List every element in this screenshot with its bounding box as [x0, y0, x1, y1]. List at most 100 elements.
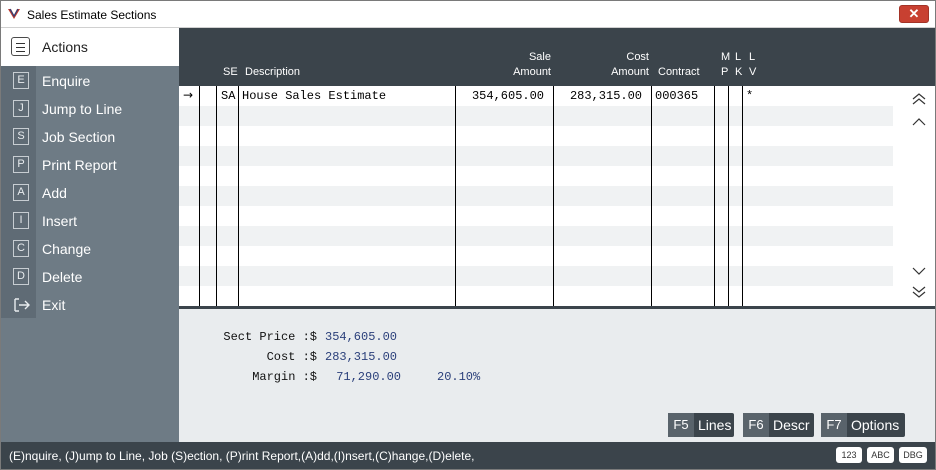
sect-price-label: Sect Price :$ — [223, 330, 317, 344]
cell-sale-amount[interactable]: 354,605.00 — [457, 89, 544, 103]
column-header-contract[interactable]: Contract — [658, 65, 700, 80]
main-panel: SE Description Sale Amount Cost Amount C… — [179, 28, 935, 442]
app-window: Sales Estimate Sections ✕ Actions E Enqu… — [0, 0, 936, 470]
debug-mode-badge: DBG — [899, 447, 927, 463]
key-a-icon: A — [13, 184, 29, 201]
sidebar-item-label: Job Section — [42, 129, 116, 145]
table-row[interactable] — [179, 146, 893, 166]
alpha-mode-badge: ABC — [867, 447, 894, 463]
scroll-top-icon[interactable] — [909, 90, 929, 108]
f7-options-button[interactable]: F7 Options — [821, 413, 905, 437]
sidebar-item-change[interactable]: C Change — [1, 235, 179, 263]
table-row[interactable] — [179, 186, 893, 206]
key-s-icon: S — [13, 128, 29, 145]
cost-label: Cost :$ — [266, 350, 317, 364]
column-divider — [651, 86, 652, 308]
f6-label: Descr — [773, 417, 810, 433]
column-divider — [238, 86, 239, 308]
column-header-lv[interactable]: V — [749, 65, 756, 80]
exit-icon — [14, 298, 30, 312]
f5-lines-button[interactable]: F5 Lines — [668, 413, 734, 437]
status-bar: (E)nquire, (J)ump to Line, Job (S)ection… — [1, 442, 935, 469]
column-divider — [553, 86, 554, 308]
cell-lv[interactable]: * — [746, 89, 753, 103]
key-p-icon: P — [13, 156, 29, 173]
f5-label: Lines — [698, 417, 732, 433]
sidebar-item-label: Change — [42, 241, 92, 257]
actions-sidebar: Actions E Enquire J Jump to Line S Job S… — [1, 28, 179, 442]
column-divider — [714, 86, 715, 308]
sect-price-value: 354,605.00 — [325, 330, 398, 344]
column-divider — [199, 86, 200, 308]
sidebar-item-label: Insert — [42, 213, 78, 229]
sidebar-item-label: Jump to Line — [42, 101, 123, 117]
f6-key: F6 — [743, 413, 769, 437]
table-row[interactable] — [179, 266, 893, 286]
f6-descr-button[interactable]: F6 Descr — [743, 413, 814, 437]
sidebar-item-job-section[interactable]: S Job Section — [1, 123, 179, 151]
margin-value: 71,290.00 — [336, 370, 401, 384]
margin-percent: 20.10% — [437, 370, 481, 384]
cell-contract[interactable]: 000365 — [655, 89, 698, 103]
f5-key: F5 — [668, 413, 694, 437]
f7-label: Options — [851, 417, 900, 433]
scroll-down-icon[interactable] — [909, 262, 929, 280]
f7-key: F7 — [821, 413, 847, 437]
status-hint-text: (E)nquire, (J)ump to Line, Job (S)ection… — [9, 449, 475, 463]
sidebar-item-enquire[interactable]: E Enquire — [1, 67, 179, 95]
column-header-se[interactable]: SE — [223, 65, 238, 80]
sidebar-item-delete[interactable]: D Delete — [1, 263, 179, 291]
column-header-lk[interactable]: K — [735, 65, 742, 80]
sidebar-item-label: Enquire — [42, 73, 91, 89]
sidebar-item-print-report[interactable]: P Print Report — [1, 151, 179, 179]
table-row[interactable] — [179, 286, 893, 306]
table-row[interactable] — [179, 126, 893, 146]
column-divider — [728, 86, 729, 308]
margin-label: Margin :$ — [252, 370, 317, 384]
table-row[interactable]: → SA House Sales Estimate 354,605.00 283… — [179, 86, 893, 106]
column-divider — [742, 86, 743, 308]
cell-description[interactable]: House Sales Estimate — [242, 89, 386, 103]
column-header-lk-top: L — [735, 51, 742, 63]
actions-header: Actions — [1, 28, 179, 66]
column-header-cost-amount[interactable]: Amount — [597, 65, 649, 80]
grid-bottom-border — [179, 306, 935, 309]
close-button[interactable]: ✕ — [899, 5, 929, 23]
sections-grid: → SA House Sales Estimate 354,605.00 283… — [179, 86, 935, 308]
column-divider — [455, 86, 456, 308]
column-header-mp[interactable]: P — [721, 65, 728, 80]
column-header-lv-top: L — [749, 51, 756, 63]
table-row[interactable] — [179, 226, 893, 246]
cell-cost-amount[interactable]: 283,315.00 — [555, 89, 642, 103]
key-i-icon: I — [13, 212, 29, 229]
sidebar-item-exit[interactable]: Exit — [1, 291, 179, 319]
cell-se[interactable]: SA — [221, 89, 235, 103]
actions-title: Actions — [42, 39, 88, 55]
scroll-bottom-icon[interactable] — [909, 283, 929, 301]
column-header-cost-top: Cost — [626, 51, 649, 63]
cost-value: 283,315.00 — [325, 350, 398, 364]
key-e-icon: E — [13, 72, 29, 89]
app-logo-icon — [8, 8, 20, 19]
key-c-icon: C — [13, 240, 29, 257]
sidebar-item-label: Add — [42, 185, 67, 201]
column-header-sale-amount[interactable]: Amount — [499, 65, 551, 80]
column-header-description[interactable]: Description — [245, 65, 300, 80]
title-bar: Sales Estimate Sections ✕ — [1, 1, 935, 28]
sidebar-item-add[interactable]: A Add — [1, 179, 179, 207]
grid-header: SE Description Sale Amount Cost Amount C… — [179, 28, 935, 86]
window-title: Sales Estimate Sections — [27, 8, 157, 22]
table-row[interactable] — [179, 106, 893, 126]
key-j-icon: J — [13, 100, 29, 117]
sidebar-item-label: Delete — [42, 269, 83, 285]
scroll-up-icon[interactable] — [909, 113, 929, 131]
column-divider — [216, 86, 217, 308]
sidebar-item-label: Print Report — [42, 157, 117, 173]
table-row[interactable] — [179, 166, 893, 186]
column-header-mp-top: M — [721, 51, 731, 63]
sidebar-item-jump-to-line[interactable]: J Jump to Line — [1, 95, 179, 123]
table-row[interactable] — [179, 206, 893, 226]
sidebar-item-insert[interactable]: I Insert — [1, 207, 179, 235]
table-row[interactable] — [179, 246, 893, 266]
hamburger-menu-icon[interactable] — [11, 37, 30, 56]
